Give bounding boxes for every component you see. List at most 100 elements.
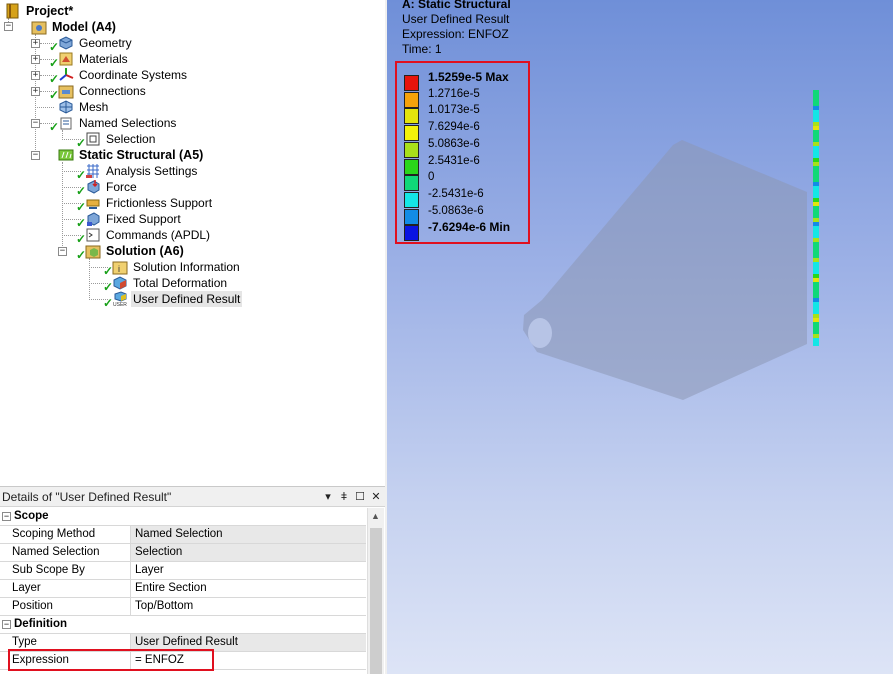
scrollbar-thumb[interactable] bbox=[370, 528, 382, 674]
coordinate-axes-icon: ✓ bbox=[49, 67, 74, 85]
tree-connector bbox=[35, 34, 36, 158]
collapse-definition-icon[interactable]: − bbox=[2, 620, 11, 629]
section-definition[interactable]: − Definition bbox=[0, 616, 366, 634]
collapse-named-selections-toggle[interactable]: − bbox=[31, 119, 40, 128]
collapse-static-structural-toggle[interactable]: − bbox=[31, 151, 40, 160]
details-row-layer[interactable]: Layer Entire Section bbox=[0, 580, 366, 598]
legend-color-swatch bbox=[404, 225, 419, 242]
section-definition-label: Definition bbox=[14, 618, 68, 630]
row-value[interactable]: Selection bbox=[131, 544, 366, 561]
graphics-viewport[interactable]: A: Static Structural User Defined Result… bbox=[387, 0, 893, 674]
tree-item-frictionless-support[interactable]: ✓ Frictionless Support bbox=[76, 195, 214, 213]
dropdown-arrow-icon[interactable]: ▾ bbox=[321, 490, 335, 504]
tree-item-solution[interactable]: ✓ Solution (A6) bbox=[76, 243, 186, 261]
details-row-expression[interactable]: Expression = ENFOZ bbox=[0, 652, 366, 670]
details-scrollbar[interactable]: ▲ bbox=[367, 508, 384, 674]
tree-connector bbox=[35, 107, 54, 108]
pin-icon[interactable]: ǂ bbox=[337, 490, 351, 504]
tree-item-geometry[interactable]: ✓ Geometry bbox=[49, 35, 134, 53]
commands-icon: ✓ bbox=[76, 227, 101, 245]
legend-color-swatch bbox=[404, 158, 419, 175]
legend-value-label[interactable]: 1.2716e-5 bbox=[428, 87, 480, 101]
details-row-scoping-method[interactable]: Scoping Method Named Selection bbox=[0, 526, 366, 544]
static-structural-icon bbox=[58, 147, 74, 163]
collapse-solution-toggle[interactable]: − bbox=[58, 247, 67, 256]
tree-item-static-structural[interactable]: Static Structural (A5) bbox=[58, 147, 205, 163]
result-header-name: User Defined Result bbox=[402, 12, 510, 26]
tree-item-commands[interactable]: ✓ Commands (APDL) bbox=[76, 227, 212, 245]
bracket-hole bbox=[528, 318, 552, 348]
frictionless-support-icon: ✓ bbox=[76, 195, 101, 213]
bracket-part-shape bbox=[523, 140, 807, 400]
expand-connections-toggle[interactable]: + bbox=[31, 87, 40, 96]
tree-item-total-deformation[interactable]: ✓ Total Deformation bbox=[103, 275, 229, 293]
svg-text:i: i bbox=[118, 264, 120, 274]
tree-item-user-defined-result[interactable]: USER ✓ User Defined Result bbox=[103, 291, 243, 309]
row-value[interactable]: Named Selection bbox=[131, 526, 366, 543]
legend-value-label[interactable]: -7.6294e-6 Min bbox=[428, 220, 510, 234]
legend-color-swatch bbox=[404, 208, 419, 225]
expand-geometry-toggle[interactable]: + bbox=[31, 39, 40, 48]
total-deformation-icon: ✓ bbox=[103, 275, 128, 293]
project-book-icon bbox=[5, 3, 21, 19]
tree-item-connections[interactable]: ✓ Connections bbox=[49, 83, 148, 101]
result-legend[interactable]: 1.5259e-5 Max 1.2716e-5 1.0173e-5 7.6294e-6… bbox=[395, 61, 530, 244]
details-row-sub-scope-by[interactable]: Sub Scope By Layer bbox=[0, 562, 366, 580]
tree-item-project[interactable]: Project* bbox=[5, 3, 75, 19]
tree-item-selection[interactable]: ✓ Selection bbox=[76, 131, 157, 149]
details-header: Details of "User Defined Result" ▾ ǂ ☐ ✕ bbox=[0, 487, 385, 507]
tree-item-solution-information[interactable]: i ✓ Solution Information bbox=[103, 259, 242, 277]
legend-color-swatch bbox=[404, 125, 419, 142]
materials-icon: ✓ bbox=[49, 51, 74, 69]
legend-value-label[interactable]: 1.5259e-5 Max bbox=[428, 70, 509, 84]
legend-value-label[interactable]: 1.0173e-5 bbox=[428, 103, 480, 117]
fixed-support-icon: ✓ bbox=[76, 211, 101, 229]
scroll-up-arrow-icon[interactable]: ▲ bbox=[371, 511, 380, 521]
legend-value-label[interactable]: -5.0863e-6 bbox=[428, 204, 484, 218]
legend-color-swatch bbox=[404, 108, 419, 125]
maximize-icon[interactable]: ☐ bbox=[353, 490, 367, 504]
row-label: Expression bbox=[0, 652, 131, 669]
section-scope[interactable]: − Scope bbox=[0, 508, 366, 526]
details-title: Details of "User Defined Result" bbox=[2, 489, 172, 504]
selection-icon: ✓ bbox=[76, 131, 101, 149]
tree-item-mesh[interactable]: Mesh bbox=[58, 99, 110, 115]
collapse-model-toggle[interactable]: − bbox=[4, 22, 13, 31]
legend-value-label[interactable]: 0 bbox=[428, 170, 434, 184]
legend-value-label[interactable]: 5.0863e-6 bbox=[428, 137, 480, 151]
legend-value-label[interactable]: 7.6294e-6 bbox=[428, 120, 480, 134]
details-row-named-selection[interactable]: Named Selection Selection bbox=[0, 544, 366, 562]
tree-item-fixed-support[interactable]: ✓ Fixed Support bbox=[76, 211, 183, 229]
checkmark-icon: ✓ bbox=[49, 120, 60, 134]
close-icon[interactable]: ✕ bbox=[369, 490, 383, 504]
tree-item-coordinate-systems[interactable]: ✓ Coordinate Systems bbox=[49, 67, 189, 85]
svg-text:USER: USER bbox=[113, 302, 127, 307]
user-defined-result-icon: USER ✓ bbox=[103, 291, 128, 309]
tree-item-analysis-settings[interactable]: ✓ Analysis Settings bbox=[76, 163, 199, 181]
row-value[interactable]: Entire Section bbox=[131, 580, 366, 597]
collapse-scope-icon[interactable]: − bbox=[2, 512, 11, 521]
result-header-title: A: Static Structural bbox=[402, 0, 511, 11]
force-icon: ✓ bbox=[76, 179, 101, 197]
details-grid: − Scope Scoping Method Named Selection Na… bbox=[0, 508, 366, 670]
tree-item-model[interactable]: Model (A4) bbox=[31, 19, 118, 35]
row-value[interactable]: Layer bbox=[131, 562, 366, 579]
legend-value-label[interactable]: 2.5431e-6 bbox=[428, 154, 480, 168]
tree-item-force[interactable]: ✓ Force bbox=[76, 179, 139, 197]
legend-value-label[interactable]: -2.5431e-6 bbox=[428, 187, 484, 201]
expression-field[interactable]: = ENFOZ bbox=[131, 652, 366, 669]
details-row-type[interactable]: Type User Defined Result bbox=[0, 634, 366, 652]
legend-color-swatch bbox=[404, 75, 419, 91]
tree-item-named-selections[interactable]: ✓ Named Selections bbox=[49, 115, 178, 133]
tree-item-materials[interactable]: ✓ Materials bbox=[49, 51, 130, 69]
legend-color-swatch bbox=[404, 191, 419, 208]
project-tree: − + + + + − − − Project* Model (A4) ✓ Ge… bbox=[0, 0, 385, 486]
expand-coordinate-systems-toggle[interactable]: + bbox=[31, 71, 40, 80]
expand-materials-toggle[interactable]: + bbox=[31, 55, 40, 64]
mesh-icon bbox=[58, 99, 74, 115]
connections-icon: ✓ bbox=[49, 83, 74, 101]
row-value[interactable]: User Defined Result bbox=[131, 634, 366, 651]
row-label: Sub Scope By bbox=[0, 562, 131, 579]
details-row-position[interactable]: Position Top/Bottom bbox=[0, 598, 366, 616]
row-value[interactable]: Top/Bottom bbox=[131, 598, 366, 615]
